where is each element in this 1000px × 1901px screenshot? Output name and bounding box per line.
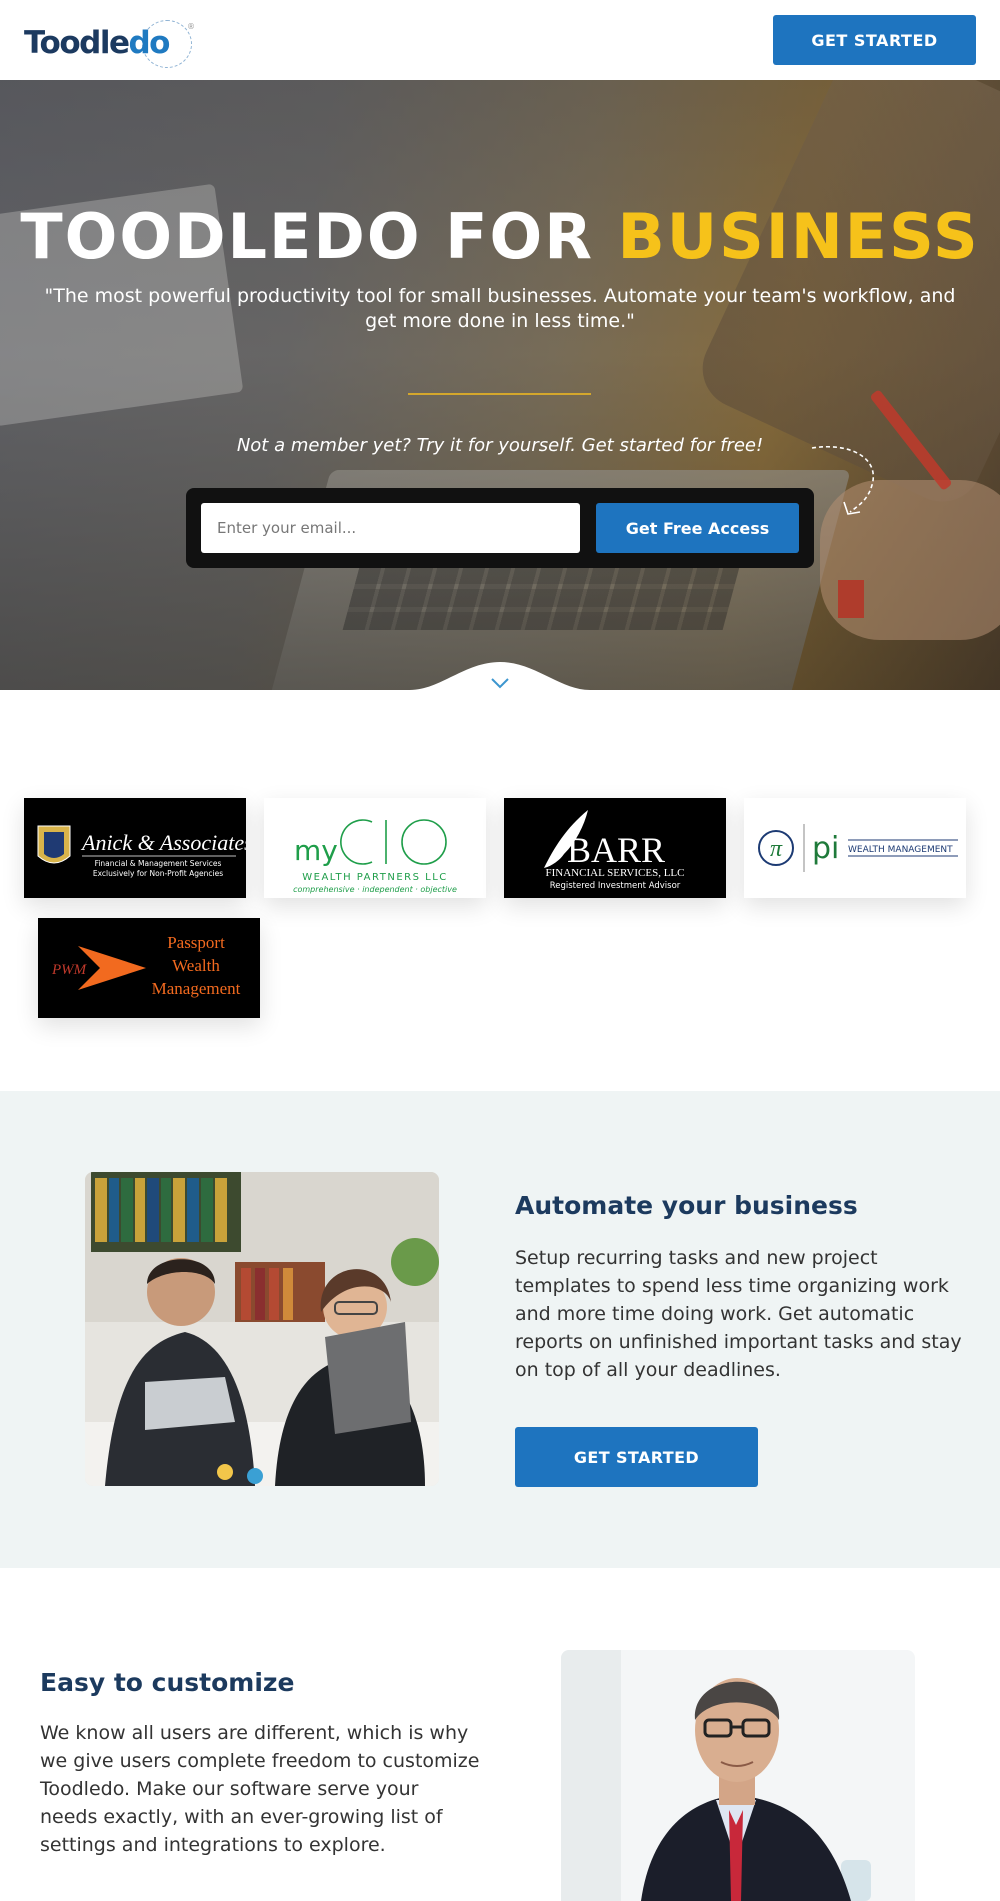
customize-title: Easy to customize xyxy=(40,1668,295,1697)
hero-subtitle: "The most powerful productivity tool for… xyxy=(44,285,956,332)
automate-get-started-button[interactable]: GET STARTED xyxy=(515,1427,758,1487)
chevron-down-icon[interactable] xyxy=(489,676,511,690)
client-logo-barr: BARR FINANCIAL SERVICES, LLC Registered … xyxy=(504,798,726,898)
business-meeting-photo xyxy=(85,1172,439,1486)
email-input[interactable] xyxy=(201,503,580,553)
svg-text:Registered Investment Advisor: Registered Investment Advisor xyxy=(550,881,681,891)
client-logo-passport-wealth: PWM Passport Wealth Management xyxy=(38,918,260,1018)
svg-text:PWM: PWM xyxy=(51,962,88,978)
get-free-access-button[interactable]: Get Free Access xyxy=(596,503,799,553)
svg-text:Wealth: Wealth xyxy=(172,956,220,975)
svg-text:π: π xyxy=(770,836,783,862)
hero-divider xyxy=(408,393,591,395)
office-meeting-image xyxy=(85,1172,439,1486)
client-logo-pi-wealth: π pi WEALTH MANAGEMENT xyxy=(744,798,966,898)
svg-text:Anick & Associates: Anick & Associates xyxy=(80,830,246,855)
client-logo-anick-associates: Anick & Associates Financial & Managemen… xyxy=(24,798,246,898)
pi-wealth-logo: π pi WEALTH MANAGEMENT xyxy=(758,824,958,872)
svg-text:FINANCIAL SERVICES, LLC: FINANCIAL SERVICES, LLC xyxy=(546,867,685,879)
curved-arrow-icon xyxy=(811,446,875,515)
automate-title: Automate your business xyxy=(515,1191,858,1220)
svg-text:WEALTH MANAGEMENT: WEALTH MANAGEMENT xyxy=(848,845,953,855)
businessman-image xyxy=(561,1650,915,1901)
hero-title: TOODLEDO FOR BUSINESS xyxy=(20,200,980,273)
hero-section: TOODLEDO FOR BUSINESS "The most powerful… xyxy=(0,80,1000,690)
barr-logo: BARR FINANCIAL SERVICES, LLC Registered … xyxy=(544,810,685,891)
svg-text:my: my xyxy=(294,834,338,867)
automate-description: Setup recurring tasks and new project te… xyxy=(515,1247,962,1381)
svg-text:Management: Management xyxy=(152,979,241,998)
svg-text:Passport: Passport xyxy=(167,933,225,952)
businessman-photo xyxy=(561,1650,915,1901)
logo-wordmark: Toodledo xyxy=(24,25,170,61)
svg-text:WEALTH PARTNERS LLC: WEALTH PARTNERS LLC xyxy=(302,872,448,883)
svg-text:Exclusively for Non-Profit Age: Exclusively for Non-Profit Agencies xyxy=(93,869,223,878)
svg-text:comprehensive · independent ·: comprehensive · independent · objective xyxy=(293,885,457,894)
client-logo-mycio: my WEALTH PARTNERS LLC comprehensive · i… xyxy=(264,798,486,898)
signup-form: Get Free Access xyxy=(186,488,814,568)
registered-mark: ® xyxy=(187,22,195,31)
svg-text:pi: pi xyxy=(812,831,839,866)
svg-text:Financial & Management Service: Financial & Management Services xyxy=(95,859,222,868)
hero-background-tag xyxy=(838,580,864,618)
site-header: Toodledo ® GET STARTED xyxy=(0,0,1000,80)
passport-wealth-logo: PWM Passport Wealth Management xyxy=(51,933,241,998)
mycio-logo: my WEALTH PARTNERS LLC comprehensive · i… xyxy=(293,819,457,894)
svg-text:BARR: BARR xyxy=(567,830,665,870)
header-get-started-button[interactable]: GET STARTED xyxy=(773,15,976,65)
anick-associates-logo: Anick & Associates Financial & Managemen… xyxy=(37,825,246,878)
customize-description: We know all users are different, which i… xyxy=(40,1722,480,1856)
